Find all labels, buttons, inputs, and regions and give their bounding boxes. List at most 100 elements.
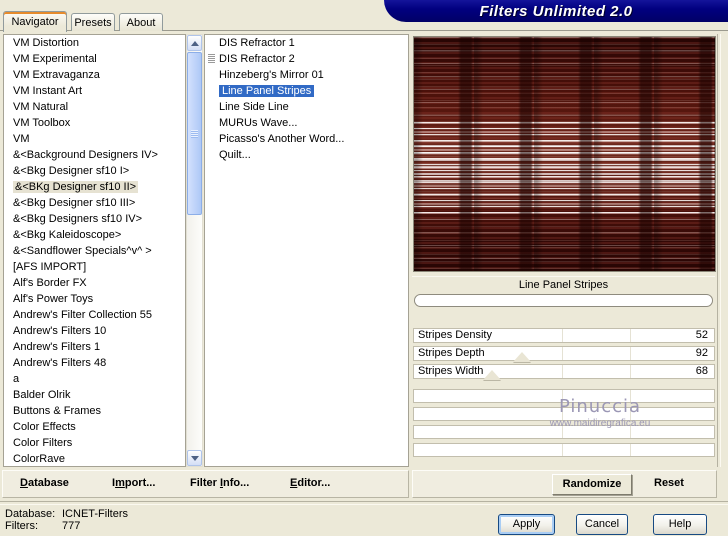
slider-label: Stripes Width (418, 365, 484, 377)
category-list-item[interactable]: Andrew's Filter Collection 55 (4, 307, 185, 323)
category-list-item[interactable]: a (4, 371, 185, 387)
category-label: Color Effects (13, 421, 76, 433)
category-list-item[interactable]: Color Effects (4, 419, 185, 435)
scroll-up-button[interactable] (187, 35, 202, 51)
list-lines-icon (208, 54, 215, 64)
category-list-item[interactable]: VM Toolbox (4, 115, 185, 131)
help-button[interactable]: Help (653, 514, 707, 535)
category-label: &<BKg Designer sf10 II> (13, 181, 139, 193)
tab-navigator-label: Navigator (11, 16, 59, 28)
category-list-item[interactable]: Buttons & Frames (4, 403, 185, 419)
filter-label: Hinzeberg's Mirror 01 (219, 69, 324, 81)
category-label: Andrew's Filters 10 (13, 325, 107, 337)
import-button[interactable]: Import... (112, 477, 155, 489)
title-banner: Filters Unlimited 2.0 (384, 0, 728, 22)
category-list-item[interactable]: [AFS IMPORT] (4, 259, 185, 275)
category-list-item[interactable]: VM Instant Art (4, 83, 185, 99)
category-list-item[interactable]: VM Extravaganza (4, 67, 185, 83)
slider-thumb[interactable] (482, 370, 501, 380)
category-label: VM Natural (13, 101, 69, 113)
category-list-item[interactable]: Andrew's Filters 10 (4, 323, 185, 339)
category-label: Andrew's Filter Collection 55 (13, 309, 153, 321)
slider-label: Stripes Depth (418, 347, 485, 359)
apply-button[interactable]: Apply (498, 514, 555, 535)
category-list-item[interactable]: Balder Olrik (4, 387, 185, 403)
category-list-item[interactable]: &<BKg Designer sf10 II> (4, 179, 185, 195)
status-database-value: ICNET-Filters (62, 508, 128, 520)
filter-preview-image (413, 36, 716, 272)
tab-navigator[interactable]: Navigator (3, 11, 67, 32)
slider-row[interactable]: Stripes Width 68 (413, 364, 715, 379)
slider-row[interactable]: Stripes Depth 92 (413, 346, 715, 361)
category-list-item[interactable]: Andrew's Filters 1 (4, 339, 185, 355)
category-label: &<Background Designers IV> (13, 149, 158, 161)
category-list[interactable]: VM Distortion VM Experimental VM Extravaga… (3, 34, 186, 467)
category-list-item[interactable]: &<Bkg Kaleidoscope> (4, 227, 185, 243)
status-filters-value: 777 (62, 520, 81, 532)
category-list-item[interactable]: &<Bkg Designers sf10 IV> (4, 211, 185, 227)
category-label: Balder Olrik (13, 389, 71, 401)
category-list-item[interactable]: VM (4, 131, 185, 147)
filter-list-item[interactable]: DIS Refractor 2 (205, 51, 408, 67)
slider-row[interactable]: Stripes Density 52 (413, 328, 715, 343)
filter-list-item[interactable]: DIS Refractor 1 (205, 35, 408, 51)
watermark-name: Pinuccia (558, 396, 642, 417)
slider-group: Stripes Density 52 Stripes Depth 92 Stripes … (413, 328, 715, 398)
category-list-item[interactable]: VM Distortion (4, 35, 185, 51)
editor-button[interactable]: Editor... (290, 477, 330, 489)
filter-list-item[interactable]: MURUs Wave... (205, 115, 408, 131)
category-label: &<Sandflower Specials^v^ > (13, 245, 152, 257)
filter-list[interactable]: DIS Refractor 1 DIS Refractor 2 Hinzeberg'… (204, 34, 409, 467)
category-list-item[interactable]: ColorRave (4, 451, 185, 466)
category-list-item[interactable]: Andrew's Filters 48 (4, 355, 185, 371)
category-list-item[interactable]: VM Natural (4, 99, 185, 115)
category-scrollbar[interactable] (186, 34, 203, 467)
category-label: Andrew's Filters 1 (13, 341, 101, 353)
category-list-item[interactable]: VM Experimental (4, 51, 185, 67)
category-label: VM Distortion (13, 37, 80, 49)
watermark: Pinuccia www.maidiregrafica.eu (505, 396, 695, 429)
randomize-button[interactable]: Randomize (552, 474, 632, 495)
category-label: Color Filters (13, 437, 73, 449)
category-label: &<Bkg Designer sf10 III> (13, 197, 136, 209)
category-list-item[interactable]: Alf's Power Toys (4, 291, 185, 307)
tab-about[interactable]: About (119, 13, 163, 31)
tab-about-label: About (126, 16, 156, 29)
chevron-down-icon (190, 455, 199, 461)
category-label: ColorRave (13, 453, 65, 465)
reset-button[interactable]: Reset (654, 477, 684, 489)
category-label: Andrew's Filters 48 (13, 357, 107, 369)
panel-groove (717, 34, 721, 467)
category-label: Alf's Border FX (13, 277, 87, 289)
category-list-item[interactable]: &<Sandflower Specials^v^ > (4, 243, 185, 259)
database-button[interactable]: Database (20, 477, 69, 489)
scroll-down-button[interactable] (187, 450, 202, 466)
filter-list-item[interactable]: Line Panel Stripes (205, 83, 408, 99)
cancel-button[interactable]: Cancel (576, 514, 628, 535)
category-label: a (13, 373, 20, 385)
category-label: VM Experimental (13, 53, 97, 65)
filter-label: Quilt... (219, 149, 251, 161)
category-list-item[interactable]: &<Bkg Designer sf10 I> (4, 163, 185, 179)
filter-list-item[interactable]: Quilt... (205, 147, 408, 163)
slider-value: 52 (695, 329, 708, 341)
filter-label: DIS Refractor 2 (219, 53, 295, 65)
filter-label: Picasso's Another Word... (219, 133, 345, 145)
filter-list-item[interactable]: Hinzeberg's Mirror 01 (205, 67, 408, 83)
filter-list-item[interactable]: Line Side Line (205, 99, 408, 115)
category-label: VM (13, 133, 30, 145)
category-list-item[interactable]: Color Filters (4, 435, 185, 451)
bottom-divider (0, 501, 728, 505)
slider-thumb[interactable] (512, 352, 531, 362)
category-label: &<Bkg Designers sf10 IV> (13, 213, 143, 225)
filter-info-button[interactable]: Filter Info... (190, 477, 249, 489)
scrollbar-thumb[interactable] (187, 52, 202, 215)
slider-value: 92 (695, 347, 708, 359)
category-list-item[interactable]: &<Background Designers IV> (4, 147, 185, 163)
filter-list-item[interactable]: Picasso's Another Word... (205, 131, 408, 147)
category-label: [AFS IMPORT] (13, 261, 87, 273)
preview-panel-bands (414, 37, 715, 271)
category-list-item[interactable]: Alf's Border FX (4, 275, 185, 291)
category-list-item[interactable]: &<Bkg Designer sf10 III> (4, 195, 185, 211)
tab-presets[interactable]: Presets (71, 13, 115, 31)
